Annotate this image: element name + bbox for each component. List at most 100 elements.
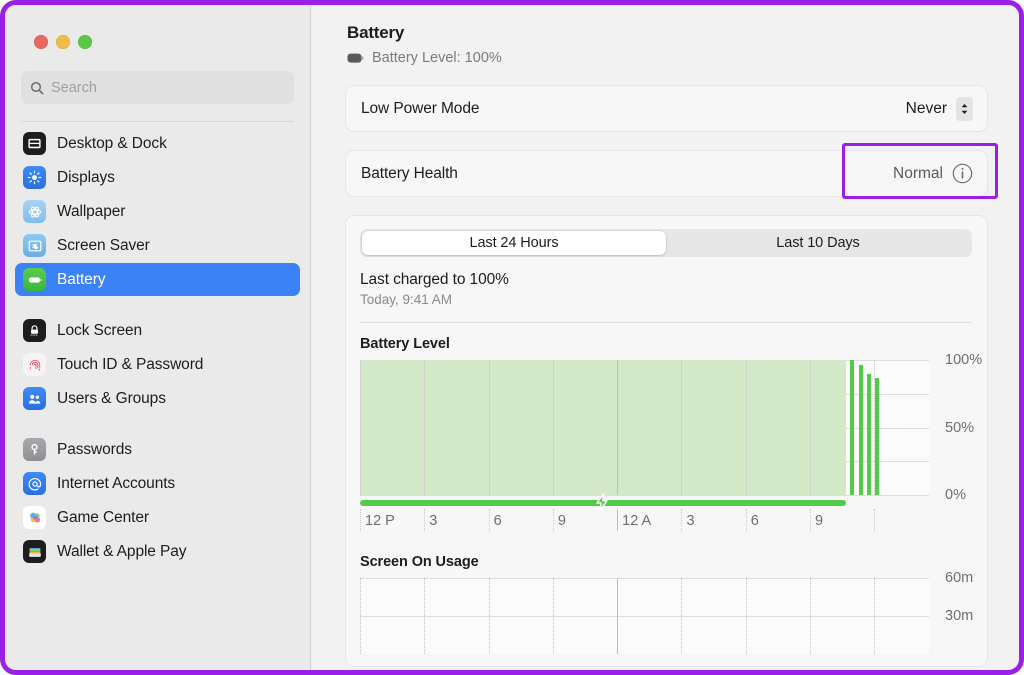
x-axis-tick-label: 12 P bbox=[365, 513, 395, 529]
low-power-mode-label: Low Power Mode bbox=[361, 99, 480, 117]
battery-level-area-fill bbox=[360, 360, 847, 495]
battery-full-icon bbox=[347, 53, 364, 63]
game-center-icon bbox=[23, 506, 46, 529]
x-axis-tick bbox=[874, 509, 876, 531]
last-charged-time: Today, 9:41 AM bbox=[360, 292, 453, 307]
battery-level-bar bbox=[866, 373, 871, 495]
battery-health-row: Battery Health Normal bbox=[346, 151, 987, 196]
sidebar-item-label: Users & Groups bbox=[57, 389, 166, 407]
x-axis-tick-label: 9 bbox=[815, 513, 824, 529]
sidebar-item-label: Desktop & Dock bbox=[57, 134, 167, 152]
gridline-vertical bbox=[424, 360, 426, 495]
x-axis-tick bbox=[360, 509, 361, 531]
x-axis-tick bbox=[745, 509, 747, 531]
sidebar-item-users-groups[interactable]: Users & Groups bbox=[15, 382, 300, 415]
y-axis-tick-label: 30m bbox=[945, 608, 974, 624]
low-power-mode-card: Low Power Mode Never bbox=[345, 85, 988, 132]
battery-level-y-axis: 0% 50% 100% bbox=[945, 352, 987, 535]
main-content: Battery Battery Level: 100% Low Power Mo… bbox=[312, 5, 1019, 670]
sidebar-item-lock-screen[interactable]: Lock Screen bbox=[15, 314, 300, 347]
search-icon bbox=[30, 81, 44, 94]
page-header: Battery Battery Level: 100% bbox=[312, 5, 1019, 66]
minimize-button[interactable] bbox=[56, 35, 70, 49]
wallet-icon bbox=[23, 540, 46, 563]
gridline-vertical bbox=[552, 360, 554, 495]
window-traffic-lights bbox=[5, 5, 310, 49]
x-axis-tick bbox=[810, 509, 812, 531]
gridline-vertical bbox=[424, 578, 426, 654]
zoom-button[interactable] bbox=[78, 35, 92, 49]
sidebar-item-touch-id[interactable]: Touch ID & Password bbox=[15, 348, 300, 381]
gridline-vertical bbox=[488, 360, 490, 495]
battery-level-bar bbox=[850, 360, 855, 495]
charging-line-track bbox=[360, 493, 929, 511]
x-axis-labels: 12 P 3 6 9 12 A 3 6 9 bbox=[360, 509, 929, 535]
sidebar-item-passwords[interactable]: Passwords bbox=[15, 433, 300, 466]
up-down-chevron-icon[interactable] bbox=[956, 96, 973, 121]
x-axis-tick-label: 6 bbox=[493, 513, 502, 529]
usage-range-segmented-control[interactable]: Last 24 Hours Last 10 Days bbox=[360, 229, 972, 257]
sidebar-item-label: Battery bbox=[57, 270, 106, 288]
x-axis-tick bbox=[617, 509, 619, 531]
screen-on-usage-chart-title: Screen On Usage bbox=[360, 554, 479, 570]
battery-health-control[interactable]: Normal bbox=[893, 163, 973, 184]
y-axis-tick-label: 0% bbox=[945, 487, 966, 503]
system-settings-window: Desktop & Dock Displays bbox=[0, 0, 1024, 675]
screen-on-usage-y-axis: 60m 30m bbox=[945, 570, 987, 654]
sidebar-item-wallpaper[interactable]: Wallpaper bbox=[15, 195, 300, 228]
close-button[interactable] bbox=[34, 35, 48, 49]
battery-level-chart: 12 P 3 6 9 12 A 3 6 9 0% 50% 100% bbox=[360, 352, 982, 535]
sidebar-item-battery[interactable]: Battery bbox=[15, 263, 300, 296]
gridline-vertical bbox=[745, 360, 747, 495]
x-axis-tick-label: 6 bbox=[750, 513, 759, 529]
x-axis-tick bbox=[424, 509, 426, 531]
sidebar-item-screen-saver[interactable]: Screen Saver bbox=[15, 229, 300, 262]
screen-on-usage-plot-area bbox=[360, 578, 929, 654]
search-container bbox=[5, 49, 310, 122]
sidebar-group-separator bbox=[15, 416, 300, 433]
battery-icon bbox=[23, 268, 46, 291]
screen-saver-icon bbox=[23, 234, 46, 257]
y-axis-tick-label: 100% bbox=[945, 352, 983, 368]
gridline-vertical bbox=[681, 578, 683, 654]
x-axis-tick-label: 12 A bbox=[622, 513, 652, 529]
battery-level-chart-title: Battery Level bbox=[360, 336, 450, 352]
sidebar-item-desktop-dock[interactable]: Desktop & Dock bbox=[15, 127, 300, 160]
gridline-vertical bbox=[617, 578, 619, 654]
key-icon bbox=[23, 438, 46, 461]
y-axis-tick-label: 60m bbox=[945, 570, 974, 586]
segment-last-24-hours[interactable]: Last 24 Hours bbox=[362, 231, 666, 255]
sidebar-item-label: Screen Saver bbox=[57, 236, 150, 254]
sidebar: Desktop & Dock Displays bbox=[5, 5, 311, 670]
gridline-vertical bbox=[745, 578, 747, 654]
lock-icon bbox=[23, 319, 46, 342]
sidebar-item-internet-accounts[interactable]: Internet Accounts bbox=[15, 467, 300, 500]
sidebar-item-label: Lock Screen bbox=[57, 321, 143, 339]
usage-divider bbox=[360, 322, 972, 323]
displays-icon bbox=[23, 166, 46, 189]
segment-last-10-days[interactable]: Last 10 Days bbox=[666, 231, 970, 255]
sidebar-item-displays[interactable]: Displays bbox=[15, 161, 300, 194]
battery-health-card: Battery Health Normal bbox=[345, 150, 988, 197]
battery-level-summary: Battery Level: 100% bbox=[347, 50, 1019, 66]
gridline-vertical bbox=[681, 360, 683, 495]
sidebar-item-label: Wallpaper bbox=[57, 202, 126, 220]
battery-level-text: Battery Level: 100% bbox=[372, 50, 502, 66]
low-power-mode-control[interactable]: Never bbox=[906, 96, 973, 121]
battery-level-bar bbox=[859, 365, 863, 495]
users-icon bbox=[23, 387, 46, 410]
search-box[interactable] bbox=[21, 71, 294, 104]
sidebar-item-wallet-apple-pay[interactable]: Wallet & Apple Pay bbox=[15, 535, 300, 568]
search-input[interactable] bbox=[51, 79, 285, 96]
gridline-vertical bbox=[360, 360, 361, 495]
sidebar-item-label: Game Center bbox=[57, 508, 149, 526]
x-axis-tick-label: 9 bbox=[557, 513, 566, 529]
info-circle-icon[interactable] bbox=[952, 163, 973, 184]
sidebar-item-game-center[interactable]: Game Center bbox=[15, 501, 300, 534]
battery-health-value: Normal bbox=[893, 164, 943, 182]
gridline-vertical bbox=[874, 578, 876, 654]
y-axis-tick-label: 50% bbox=[945, 419, 975, 436]
sidebar-item-label: Wallet & Apple Pay bbox=[57, 542, 187, 560]
gridline-vertical bbox=[810, 360, 812, 495]
gridline-horizontal bbox=[360, 578, 929, 579]
